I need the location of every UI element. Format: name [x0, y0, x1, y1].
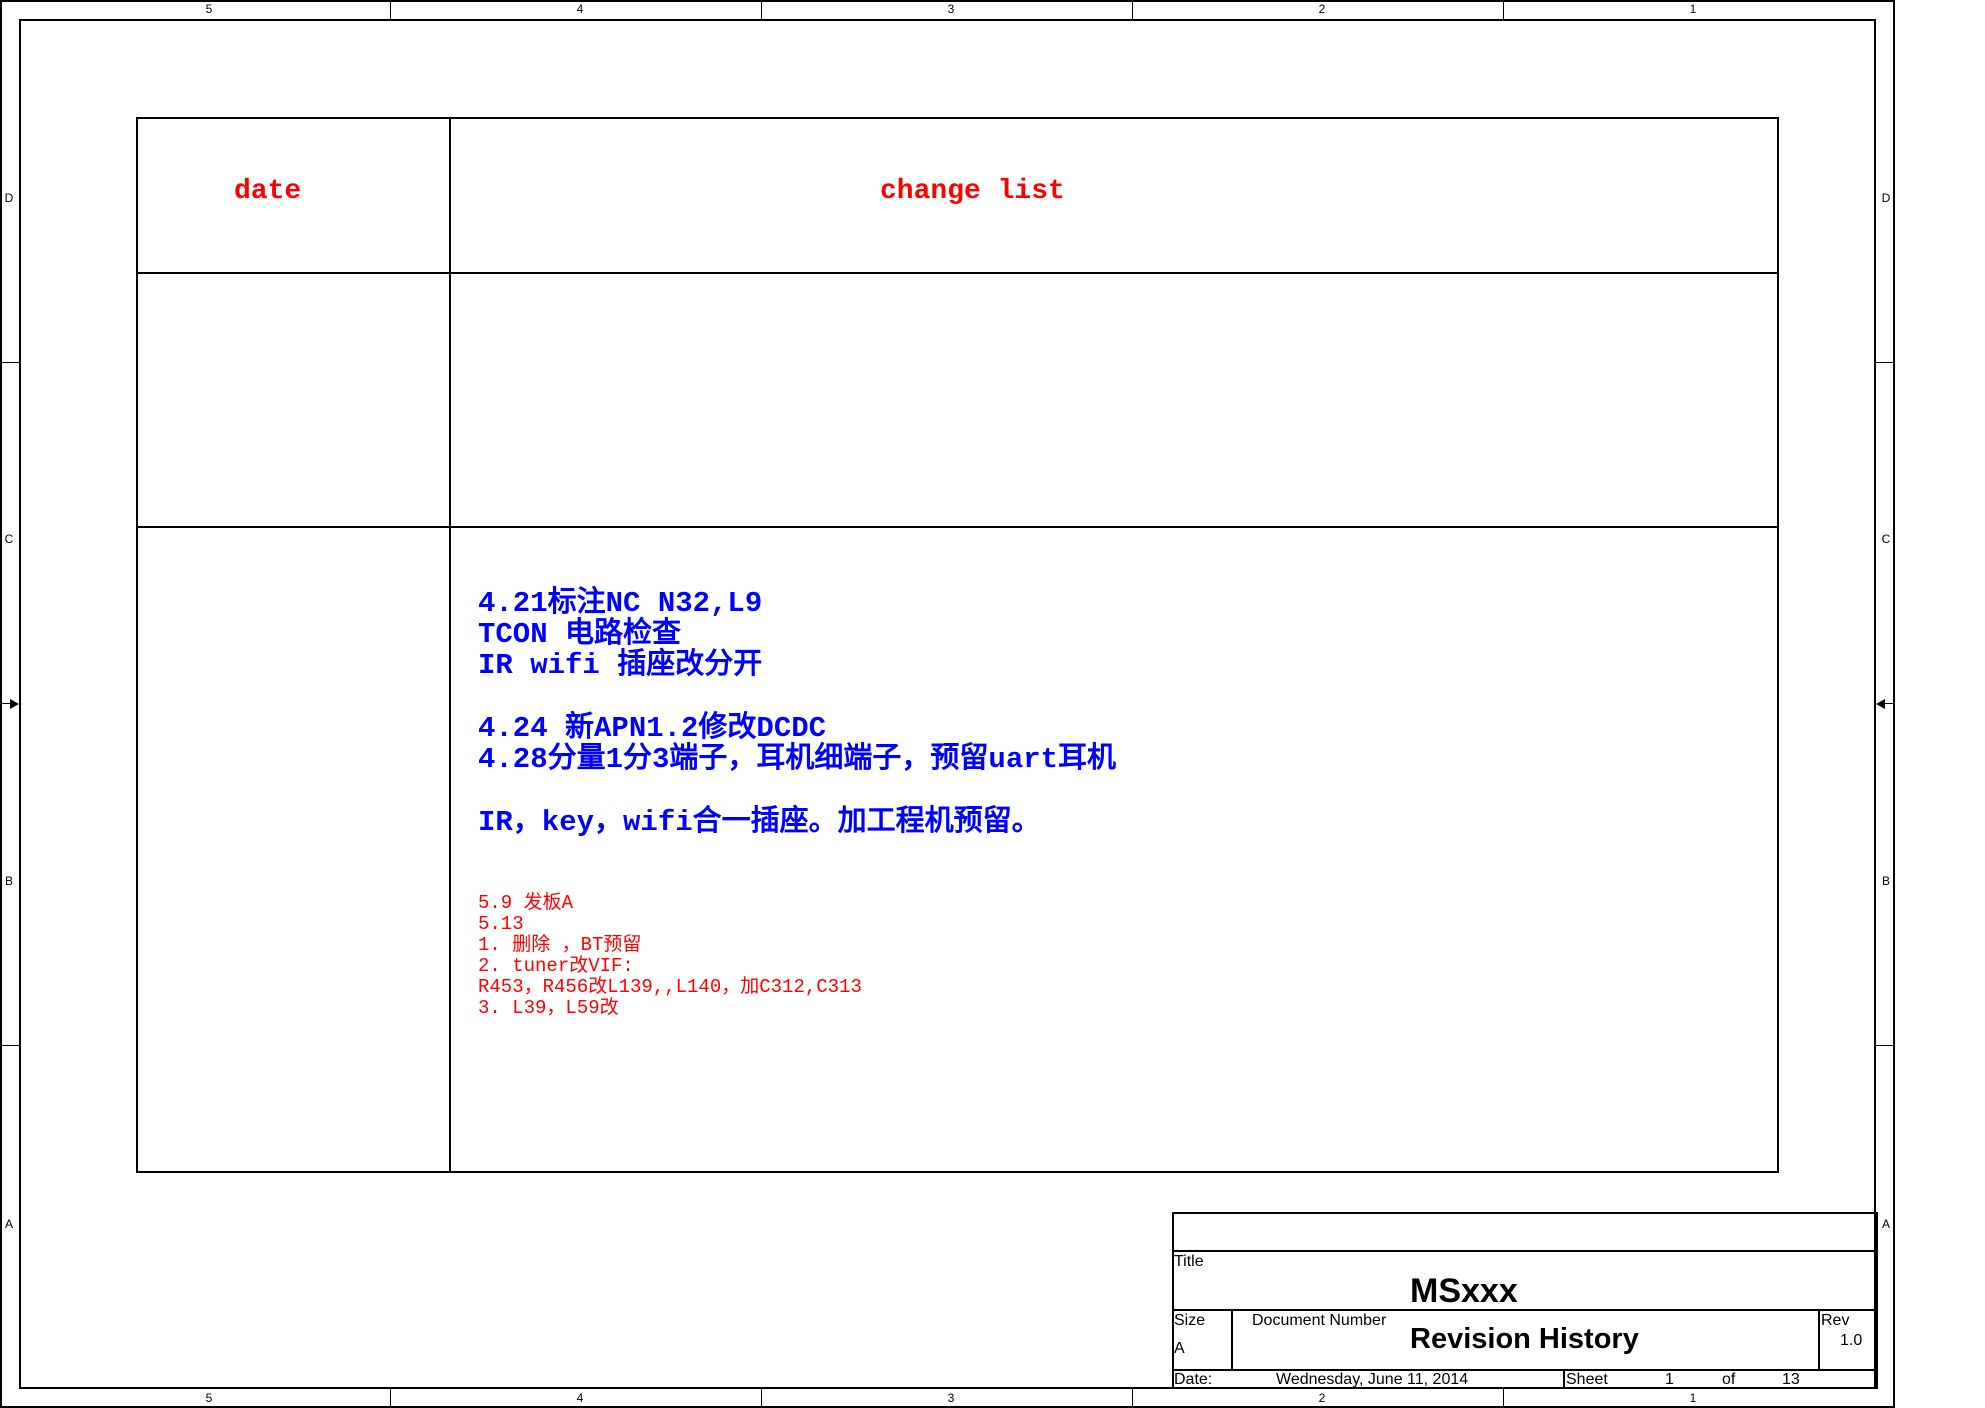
change-entry: 4.24 新APN1.2修改DCDC: [478, 712, 827, 745]
row-label: C: [1881, 532, 1891, 546]
document-number-label: Document Number: [1252, 1312, 1387, 1329]
date-value: Wednesday, June 11, 2014: [1276, 1371, 1469, 1388]
zone-tick: [1876, 362, 1895, 363]
title-block-divider: [1172, 1250, 1878, 1252]
title-label: Title: [1174, 1253, 1204, 1270]
change-entry: IR wifi 插座改分开: [478, 649, 763, 682]
change-note: R453，R456改L139,,L140，加C312,C313: [478, 976, 862, 998]
zone-tick: [1132, 1389, 1133, 1408]
row-divider: [136, 272, 1779, 274]
row-label: C: [4, 532, 14, 546]
sheet-value: 1: [1665, 1371, 1674, 1388]
row-divider: [136, 526, 1779, 528]
zone-tick: [761, 0, 762, 19]
zone-tick: [390, 1389, 391, 1408]
column-label: 1: [1689, 1391, 1697, 1405]
date-header: date: [234, 176, 302, 207]
zone-tick: [0, 362, 19, 363]
zone-tick: [1503, 1389, 1504, 1408]
title-block: [1172, 1212, 1878, 1389]
change-entry: 4.21标注NC N32,L9: [478, 587, 763, 620]
center-arrow-icon: [10, 699, 19, 709]
change-entry: TCON 电路检查: [478, 618, 682, 651]
column-label: 3: [947, 1391, 955, 1405]
change-list-header: change list: [880, 176, 1065, 207]
sheet-total: 13: [1782, 1371, 1800, 1388]
zone-tick: [390, 0, 391, 19]
document-number-value: Revision History: [1410, 1323, 1639, 1355]
zone-tick: [761, 1389, 762, 1408]
row-label: D: [4, 191, 14, 205]
column-label: 2: [1318, 2, 1326, 16]
rev-value: 1.0: [1840, 1332, 1863, 1349]
column-label: 2: [1318, 1391, 1326, 1405]
column-label: 3: [947, 2, 955, 16]
zone-tick: [0, 1045, 19, 1046]
revision-table: [136, 117, 1779, 1173]
row-label: A: [1881, 1217, 1890, 1231]
column-label: 5: [205, 2, 213, 16]
change-entry: 4.28分量1分3端子，耳机细端子，预留uart耳机: [478, 743, 1117, 776]
change-note: 5.9 发板A: [478, 892, 574, 914]
date-label: Date:: [1174, 1371, 1213, 1388]
zone-tick: [1503, 0, 1504, 19]
change-note: 1. 删除 ，BT预留: [478, 934, 642, 956]
row-label: A: [4, 1217, 13, 1231]
size-value: A: [1174, 1340, 1185, 1357]
row-label: B: [4, 874, 13, 888]
row-label: D: [1881, 191, 1891, 205]
title-block-divider: [1231, 1309, 1233, 1369]
title-block-divider: [1172, 1309, 1878, 1311]
title-value: MSxxx: [1410, 1272, 1518, 1310]
zone-tick: [1132, 0, 1133, 19]
title-block-divider: [1818, 1309, 1820, 1369]
change-note: 2. tuner改VIF:: [478, 955, 634, 977]
rev-label: Rev: [1821, 1312, 1850, 1329]
sheet-label: Sheet: [1566, 1371, 1608, 1388]
column-label: 1: [1689, 2, 1697, 16]
title-block-divider: [1563, 1369, 1565, 1389]
column-label: 5: [205, 1391, 213, 1405]
column-label: 4: [576, 1391, 584, 1405]
of-label: of: [1722, 1371, 1736, 1388]
size-label: Size: [1174, 1312, 1206, 1329]
row-label: B: [1881, 874, 1890, 888]
column-divider: [449, 117, 451, 1173]
zone-tick: [1876, 1045, 1895, 1046]
change-note: 3. L39，L59改: [478, 997, 619, 1019]
change-note: 5.13: [478, 913, 524, 935]
column-label: 4: [576, 2, 584, 16]
change-entry: IR，key，wifi合一插座。加工程机预留。: [478, 806, 1041, 839]
center-arrow-icon: [1876, 699, 1885, 709]
